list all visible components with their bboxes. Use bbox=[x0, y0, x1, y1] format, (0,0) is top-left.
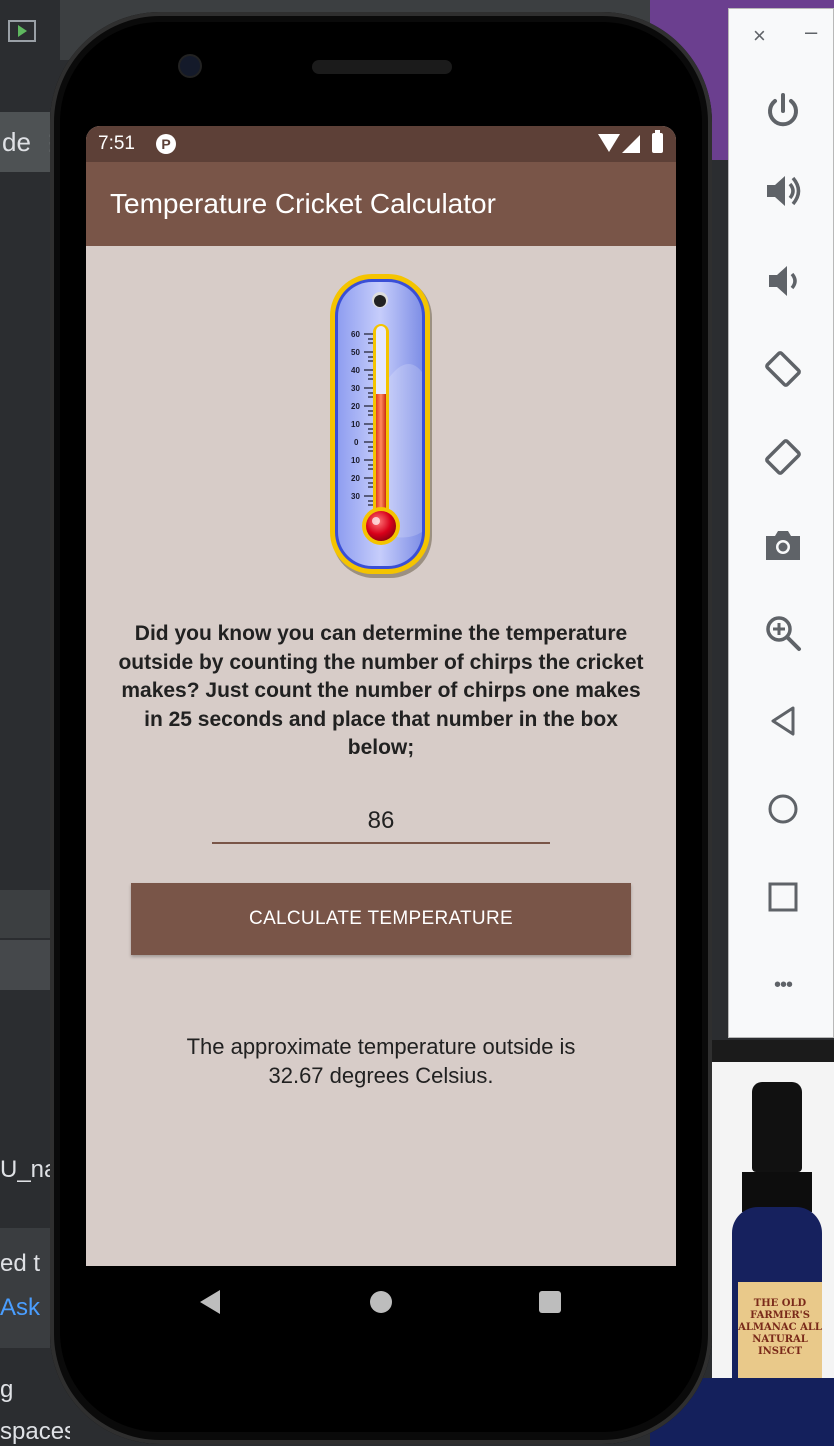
ide-text-line: spaces bbox=[0, 1418, 70, 1445]
earpiece-speaker bbox=[312, 60, 452, 74]
scale-label: 10 bbox=[351, 420, 360, 429]
overview-icon[interactable] bbox=[755, 869, 811, 925]
scale-label: 20 bbox=[351, 474, 360, 483]
scale-label: 30 bbox=[351, 492, 360, 501]
result-value: 32.67 degrees Celsius. bbox=[268, 1063, 494, 1088]
nav-recents-icon[interactable] bbox=[539, 1291, 561, 1313]
wifi-icon bbox=[598, 134, 620, 152]
app-bar: Temperature Cricket Calculator bbox=[86, 162, 676, 246]
ad-top-bar bbox=[712, 1040, 834, 1064]
notification-icon: P bbox=[156, 134, 176, 154]
zoom-icon[interactable] bbox=[755, 605, 811, 661]
rotate-left-icon[interactable] bbox=[755, 341, 811, 397]
battery-icon bbox=[652, 130, 663, 153]
ide-panel-strip bbox=[0, 940, 50, 990]
scale-label: 10 bbox=[351, 456, 360, 465]
signal-icon bbox=[622, 135, 640, 153]
power-icon[interactable] bbox=[755, 83, 811, 139]
app-screen: 7:51 P Temperature Cricket Calculator 60… bbox=[86, 126, 676, 1266]
navigation-bar bbox=[86, 1266, 676, 1342]
ide-text-line: U_na bbox=[0, 1156, 50, 1183]
ad-image[interactable]: THE OLD FARMER'S ALMANAC ALL NATURAL INS… bbox=[712, 1062, 834, 1378]
close-icon[interactable]: × bbox=[753, 23, 766, 49]
info-text: Did you know you can determine the tempe… bbox=[118, 622, 644, 759]
ad-label-text: THE OLD FARMER'S ALMANAC ALL NATURAL INS… bbox=[738, 1298, 822, 1357]
ide-ask-link[interactable]: Ask bbox=[0, 1294, 50, 1322]
ide-text-line: g bbox=[0, 1376, 14, 1403]
spray-bottle-image: THE OLD FARMER'S ALMANAC ALL NATURAL INS… bbox=[732, 1082, 822, 1378]
scale-label: 50 bbox=[351, 348, 360, 357]
scale-label: 30 bbox=[351, 384, 360, 393]
nav-home-icon[interactable] bbox=[370, 1291, 392, 1313]
emulator-toolbar: × – ••• bbox=[728, 8, 834, 1038]
ide-panel-strip bbox=[0, 890, 50, 938]
minimize-icon[interactable]: – bbox=[805, 19, 817, 45]
scale-label: 60 bbox=[351, 330, 360, 339]
volume-down-icon[interactable] bbox=[755, 253, 811, 309]
run-icon[interactable] bbox=[8, 20, 36, 42]
result-text: The approximate temperature outside is 3… bbox=[126, 1032, 636, 1090]
more-icon[interactable]: ••• bbox=[755, 957, 811, 1013]
chirp-count-input[interactable] bbox=[212, 800, 550, 844]
result-line: The approximate temperature outside is bbox=[186, 1034, 576, 1059]
thermometer-icon: 60 50 40 30 20 10 0 10 20 30 bbox=[326, 272, 438, 582]
status-time: 7:51 bbox=[98, 133, 135, 154]
nav-back-icon[interactable] bbox=[200, 1290, 220, 1314]
scale-label: 0 bbox=[354, 438, 359, 447]
ide-text-line: ed t bbox=[0, 1250, 41, 1277]
calculate-temperature-button[interactable]: CALCULATE TEMPERATURE bbox=[131, 883, 631, 955]
rotate-right-icon[interactable] bbox=[755, 429, 811, 485]
front-camera bbox=[180, 56, 200, 76]
back-icon[interactable] bbox=[755, 693, 811, 749]
status-bar: 7:51 P bbox=[86, 126, 676, 162]
home-icon[interactable] bbox=[755, 781, 811, 837]
volume-up-icon[interactable] bbox=[755, 163, 811, 219]
scale-label: 40 bbox=[351, 366, 360, 375]
camera-icon[interactable] bbox=[755, 517, 811, 573]
app-title: Temperature Cricket Calculator bbox=[110, 188, 496, 219]
ide-panel-strip bbox=[0, 1228, 50, 1348]
scale-label: 20 bbox=[351, 402, 360, 411]
